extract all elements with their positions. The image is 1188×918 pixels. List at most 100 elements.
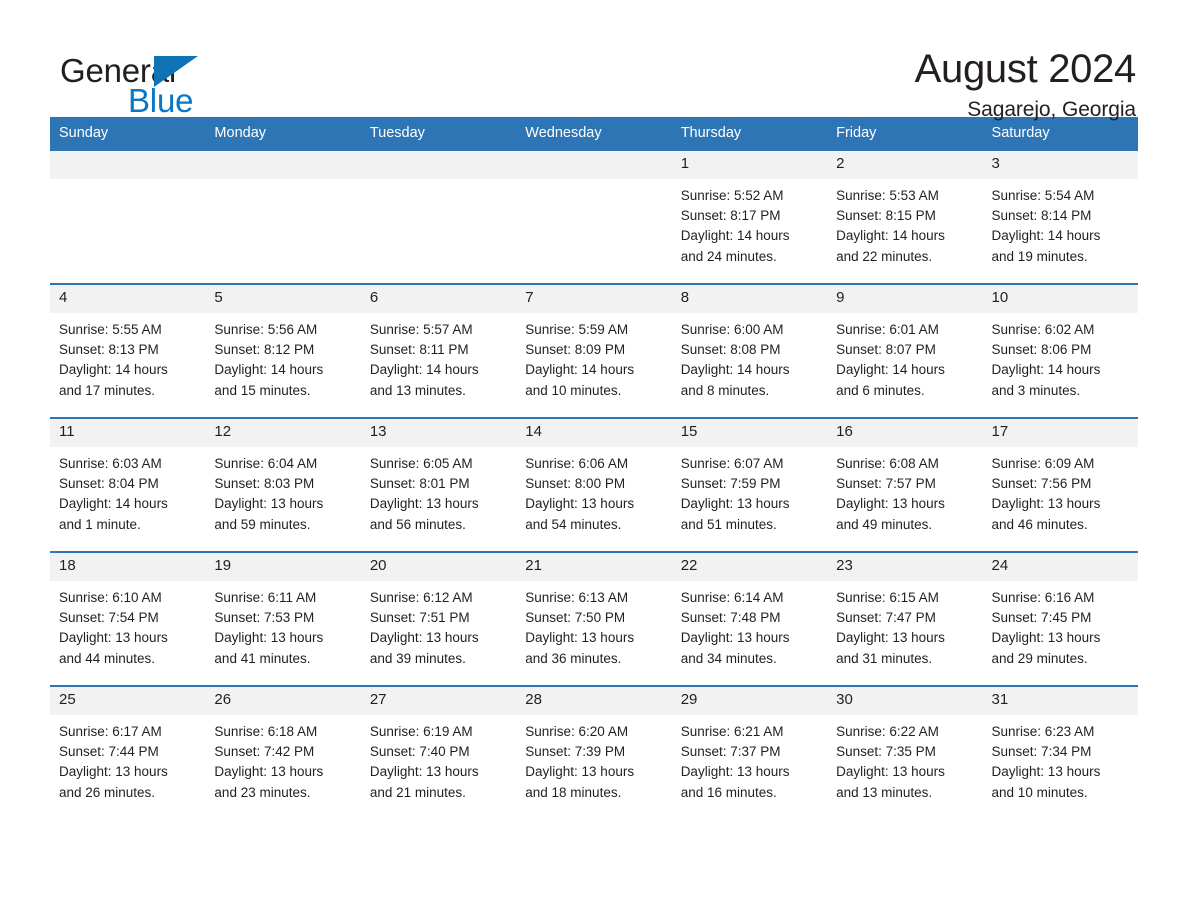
day-cell[interactable]: 24 Sunrise: 6:16 AM Sunset: 7:45 PM Dayligh… [982,551,1138,686]
day-number: 26 [205,687,361,715]
sunset-text: Sunset: 8:12 PM [214,342,315,358]
day-number: 10 [982,285,1138,313]
daylight-text-line2: and 44 minutes. [59,650,156,666]
day-cell[interactable]: 13 Sunrise: 6:05 AM Sunset: 8:01 PM Dayligh… [360,417,517,552]
daylight-text-line2: and 34 minutes. [680,650,777,666]
sunset-text: Sunset: 8:09 PM [525,342,626,358]
daylight-text-line1: Daylight: 14 hours [991,362,1101,378]
day-cell[interactable]: 11 Sunrise: 6:03 AM Sunset: 8:04 PM Dayligh… [50,417,206,552]
day-cell[interactable]: 28 Sunrise: 6:20 AM Sunset: 7:39 PM Dayligh… [516,685,672,820]
weekday-header-monday: Monday [205,117,361,150]
day-cell[interactable]: 16 Sunrise: 6:08 AM Sunset: 7:57 PM Dayligh… [827,417,983,552]
daylight-text-line1: Daylight: 13 hours [525,630,635,646]
sunset-text: Sunset: 7:47 PM [836,610,936,626]
daylight-text-line2: and 3 minutes. [991,382,1081,398]
daylight-text-line2: and 15 minutes. [214,382,311,398]
daylight-text-line1: Daylight: 13 hours [680,764,790,780]
day-details: Sunrise: 6:18 AM Sunset: 7:42 PM Daylight:… [205,715,360,803]
day-cell[interactable]: 6 Sunrise: 5:57 AM Sunset: 8:11 PM Daylight… [360,283,517,418]
sunrise-text: Sunrise: 6:10 AM [59,590,162,605]
day-details: Sunrise: 6:09 AM Sunset: 7:56 PM Daylight:… [983,447,1138,535]
day-cell[interactable]: 10 Sunrise: 6:02 AM Sunset: 8:06 PM Dayligh… [982,283,1138,418]
day-cell[interactable]: 19 Sunrise: 6:11 AM Sunset: 7:53 PM Dayligh… [205,551,361,686]
day-cell[interactable]: 8 Sunrise: 6:00 AM Sunset: 8:08 PM Daylight… [671,283,828,418]
day-details: Sunrise: 6:07 AM Sunset: 7:59 PM Daylight:… [672,447,827,535]
weekday-header-sunday: Sunday [50,117,206,150]
day-cell[interactable]: 27 Sunrise: 6:19 AM Sunset: 7:40 PM Dayligh… [360,685,517,820]
daylight-text-line2: and 17 minutes. [59,382,156,398]
daylight-text-line1: Daylight: 13 hours [214,630,324,646]
day-details: Sunrise: 5:55 AM Sunset: 8:13 PM Daylight:… [50,313,205,401]
daylight-text-line1: Daylight: 13 hours [836,630,945,646]
weekday-header-thursday: Thursday [671,117,828,150]
sunrise-text: Sunrise: 6:15 AM [836,590,939,605]
day-cell[interactable]: 29 Sunrise: 6:21 AM Sunset: 7:37 PM Dayligh… [671,685,828,820]
day-cell[interactable]: 15 Sunrise: 6:07 AM Sunset: 7:59 PM Dayligh… [671,417,828,552]
sunset-text: Sunset: 8:11 PM [369,342,469,358]
day-number [360,151,517,179]
day-cell[interactable]: 7 Sunrise: 5:59 AM Sunset: 8:09 PM Daylight… [516,283,672,418]
daylight-text-line2: and 18 minutes. [525,784,622,800]
sunset-text: Sunset: 7:44 PM [59,744,159,760]
day-details: Sunrise: 6:11 AM Sunset: 7:53 PM Daylight:… [205,581,360,669]
daylight-text-line2: and 51 minutes. [680,516,777,532]
sunrise-text: Sunrise: 6:05 AM [369,456,473,471]
calendar-body: 1 Sunrise: 5:52 AM Sunset: 8:17 PM Daylight… [50,149,1138,820]
day-cell[interactable]: 4 Sunrise: 5:55 AM Sunset: 8:13 PM Daylight… [50,283,206,418]
calendar-week-row: 25 Sunrise: 6:17 AM Sunset: 7:44 PM Dayligh… [50,685,1138,820]
calendar-table: Sunday Monday Tuesday Wednesday Thursday… [50,117,1138,820]
day-cell[interactable]: 14 Sunrise: 6:06 AM Sunset: 8:00 PM Dayligh… [516,417,672,552]
day-cell[interactable]: 31 Sunrise: 6:23 AM Sunset: 7:34 PM Dayligh… [982,685,1138,820]
day-details: Sunrise: 6:04 AM Sunset: 8:03 PM Daylight:… [205,447,360,535]
day-cell[interactable]: 26 Sunrise: 6:18 AM Sunset: 7:42 PM Dayligh… [205,685,361,820]
sunrise-text: Sunrise: 6:18 AM [214,724,318,739]
day-cell[interactable]: 1 Sunrise: 5:52 AM Sunset: 8:17 PM Daylight… [671,149,828,284]
daylight-text-line2: and 13 minutes. [836,784,933,800]
day-cell[interactable]: 12 Sunrise: 6:04 AM Sunset: 8:03 PM Dayligh… [205,417,361,552]
day-details: Sunrise: 6:23 AM Sunset: 7:34 PM Daylight:… [983,715,1138,803]
sunrise-text: Sunrise: 5:55 AM [59,322,162,337]
day-cell[interactable]: 18 Sunrise: 6:10 AM Sunset: 7:54 PM Dayligh… [50,551,206,686]
day-details: Sunrise: 6:20 AM Sunset: 7:39 PM Daylight:… [516,715,671,803]
daylight-text-line1: Daylight: 14 hours [59,496,168,512]
day-details: Sunrise: 6:10 AM Sunset: 7:54 PM Daylight:… [50,581,205,669]
sunset-text: Sunset: 8:14 PM [991,208,1092,224]
day-number: 24 [982,553,1138,581]
day-cell[interactable]: 17 Sunrise: 6:09 AM Sunset: 7:56 PM Dayligh… [982,417,1138,552]
day-number: 12 [205,419,361,447]
sunset-text: Sunset: 7:51 PM [369,610,470,626]
day-number: 13 [360,419,517,447]
day-number: 3 [982,151,1138,179]
sunset-text: Sunset: 7:57 PM [836,476,936,492]
day-cell[interactable]: 22 Sunrise: 6:14 AM Sunset: 7:48 PM Dayligh… [671,551,828,686]
day-cell[interactable]: 3 Sunrise: 5:54 AM Sunset: 8:14 PM Daylight… [982,149,1138,284]
sunrise-text: Sunrise: 5:56 AM [214,322,318,337]
daylight-text-line2: and 56 minutes. [369,516,466,532]
day-number: 25 [50,687,206,715]
day-cell[interactable]: 5 Sunrise: 5:56 AM Sunset: 8:12 PM Daylight… [205,283,361,418]
day-details: Sunrise: 5:54 AM Sunset: 8:14 PM Daylight:… [983,179,1138,267]
day-cell[interactable]: 20 Sunrise: 6:12 AM Sunset: 7:51 PM Dayligh… [360,551,517,686]
day-cell[interactable]: 23 Sunrise: 6:15 AM Sunset: 7:47 PM Dayligh… [827,551,983,686]
day-cell[interactable]: 21 Sunrise: 6:13 AM Sunset: 7:50 PM Dayligh… [516,551,672,686]
general-blue-logo[interactable]: General Blue [50,48,260,120]
day-details: Sunrise: 5:52 AM Sunset: 8:17 PM Daylight:… [672,179,827,267]
daylight-text-line2: and 39 minutes. [369,650,466,666]
day-cell[interactable]: 25 Sunrise: 6:17 AM Sunset: 7:44 PM Dayligh… [50,685,206,820]
daylight-text-line1: Daylight: 14 hours [214,362,324,378]
daylight-text-line1: Daylight: 13 hours [525,764,635,780]
day-cell[interactable]: 2 Sunrise: 5:53 AM Sunset: 8:15 PM Daylight… [827,149,983,284]
day-cell[interactable]: 30 Sunrise: 6:22 AM Sunset: 7:35 PM Dayligh… [827,685,983,820]
sunset-text: Sunset: 8:07 PM [836,342,936,358]
daylight-text-line1: Daylight: 13 hours [991,764,1101,780]
day-cell[interactable]: 9 Sunrise: 6:01 AM Sunset: 8:07 PM Daylight… [827,283,983,418]
calendar-week-row: 4 Sunrise: 5:55 AM Sunset: 8:13 PM Daylight… [50,283,1138,418]
daylight-text-line1: Daylight: 13 hours [836,764,945,780]
sunset-text: Sunset: 8:03 PM [214,476,315,492]
sunrise-text: Sunrise: 6:21 AM [680,724,784,739]
day-details: Sunrise: 5:56 AM Sunset: 8:12 PM Daylight:… [205,313,360,401]
daylight-text-line2: and 24 minutes. [680,248,777,264]
sunrise-text: Sunrise: 6:16 AM [991,590,1095,605]
daylight-text-line1: Daylight: 14 hours [680,228,790,244]
day-details: Sunrise: 6:08 AM Sunset: 7:57 PM Daylight:… [827,447,982,535]
